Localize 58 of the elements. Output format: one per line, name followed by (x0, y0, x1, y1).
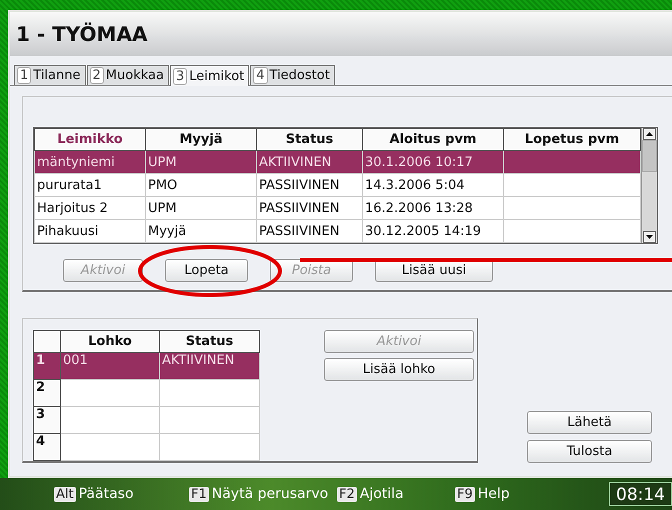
table-cell: 001 (63, 353, 88, 368)
key-cap: F9 (455, 486, 475, 502)
table-row[interactable]: 2 (34, 380, 260, 406)
table-cell: 30.12.2005 14:19 (365, 224, 482, 238)
table-cell: PASSIIVINEN (259, 224, 340, 238)
table-cell: 14.3.2006 5:04 (365, 178, 464, 192)
shortcut-label: Ajotila (360, 486, 404, 502)
row-number: 4 (36, 434, 46, 449)
scroll-up-icon[interactable] (642, 128, 657, 140)
shortcut-label: Help (478, 486, 510, 502)
window-title: 1 - TYÖMAA (16, 22, 148, 46)
row-number: 3 (36, 407, 46, 422)
table-cell: 16.2.2006 13:28 (365, 200, 473, 216)
table-cell: PASSIIVINEN (259, 178, 340, 192)
table-row[interactable]: 1 001 AKTIIVINEN (34, 352, 260, 380)
column-header[interactable]: Myyjä (146, 128, 256, 150)
table-row[interactable]: pururata1 PMO PASSIIVINEN 14.3.2006 5:04 (34, 174, 640, 196)
table-row[interactable]: mäntyniemi UPM AKTIIVINEN 30.1.2006 10:17 (34, 150, 640, 174)
key-cap: F1 (189, 486, 209, 502)
column-header[interactable]: Aloitus pvm (362, 128, 504, 150)
scrollbar[interactable] (641, 128, 657, 243)
key-cap: Alt (54, 486, 76, 502)
table-cell: AKTIIVINEN (259, 154, 332, 170)
table-cell: UPM (148, 154, 177, 170)
table-row[interactable]: Harjoitus 2 UPM PASSIIVINEN 16.2.2006 13:28 (34, 196, 640, 220)
tab[interactable]: 1 Tilanne (14, 65, 86, 85)
action-button[interactable]: Lopeta (165, 259, 248, 282)
row-number: 1 (36, 353, 46, 368)
column-header[interactable]: Leimikko (34, 128, 146, 150)
table-row[interactable]: 4 (34, 434, 260, 460)
column-header: Status (160, 330, 260, 352)
action-button[interactable]: Lähetä (527, 411, 652, 434)
table-cell: AKTIIVINEN (162, 353, 234, 368)
table-cell: PASSIIVINEN (259, 200, 340, 216)
column-header[interactable]: Status (256, 128, 362, 150)
table-cell: mäntyniemi (37, 154, 115, 170)
table-row[interactable]: Pihakuusi Myyjä PASSIIVINEN 30.12.2005 14:19 (34, 220, 640, 242)
scroll-down-icon[interactable] (642, 231, 657, 243)
table-cell: Pihakuusi (37, 224, 98, 238)
table-cell: PMO (148, 178, 178, 192)
tab[interactable]: 4 Tiedostot (250, 65, 335, 85)
table-row[interactable]: 3 (34, 406, 260, 434)
tab[interactable]: 3 Leimikot (170, 65, 250, 86)
column-header: Lohko (60, 330, 160, 352)
tab[interactable]: 2 Muokkaa (86, 65, 169, 85)
clock: 08:14 (609, 482, 672, 506)
column-header[interactable]: Lopetus pvm (504, 128, 640, 150)
action-button[interactable]: Tulosta (527, 440, 652, 463)
table-cell: pururata1 (37, 178, 102, 192)
shortcut-label: Näytä perusarvo (212, 486, 328, 502)
shortcut-label: Päätaso (78, 486, 134, 502)
row-number: 2 (36, 380, 46, 395)
table-cell: Myyjä (148, 224, 186, 238)
key-cap: F2 (337, 486, 357, 502)
table-cell: UPM (148, 200, 177, 216)
action-button[interactable]: Lisää lohko (324, 358, 474, 381)
table-cell: 30.1.2006 10:17 (365, 154, 473, 170)
table-cell: Harjoitus 2 (37, 200, 108, 216)
